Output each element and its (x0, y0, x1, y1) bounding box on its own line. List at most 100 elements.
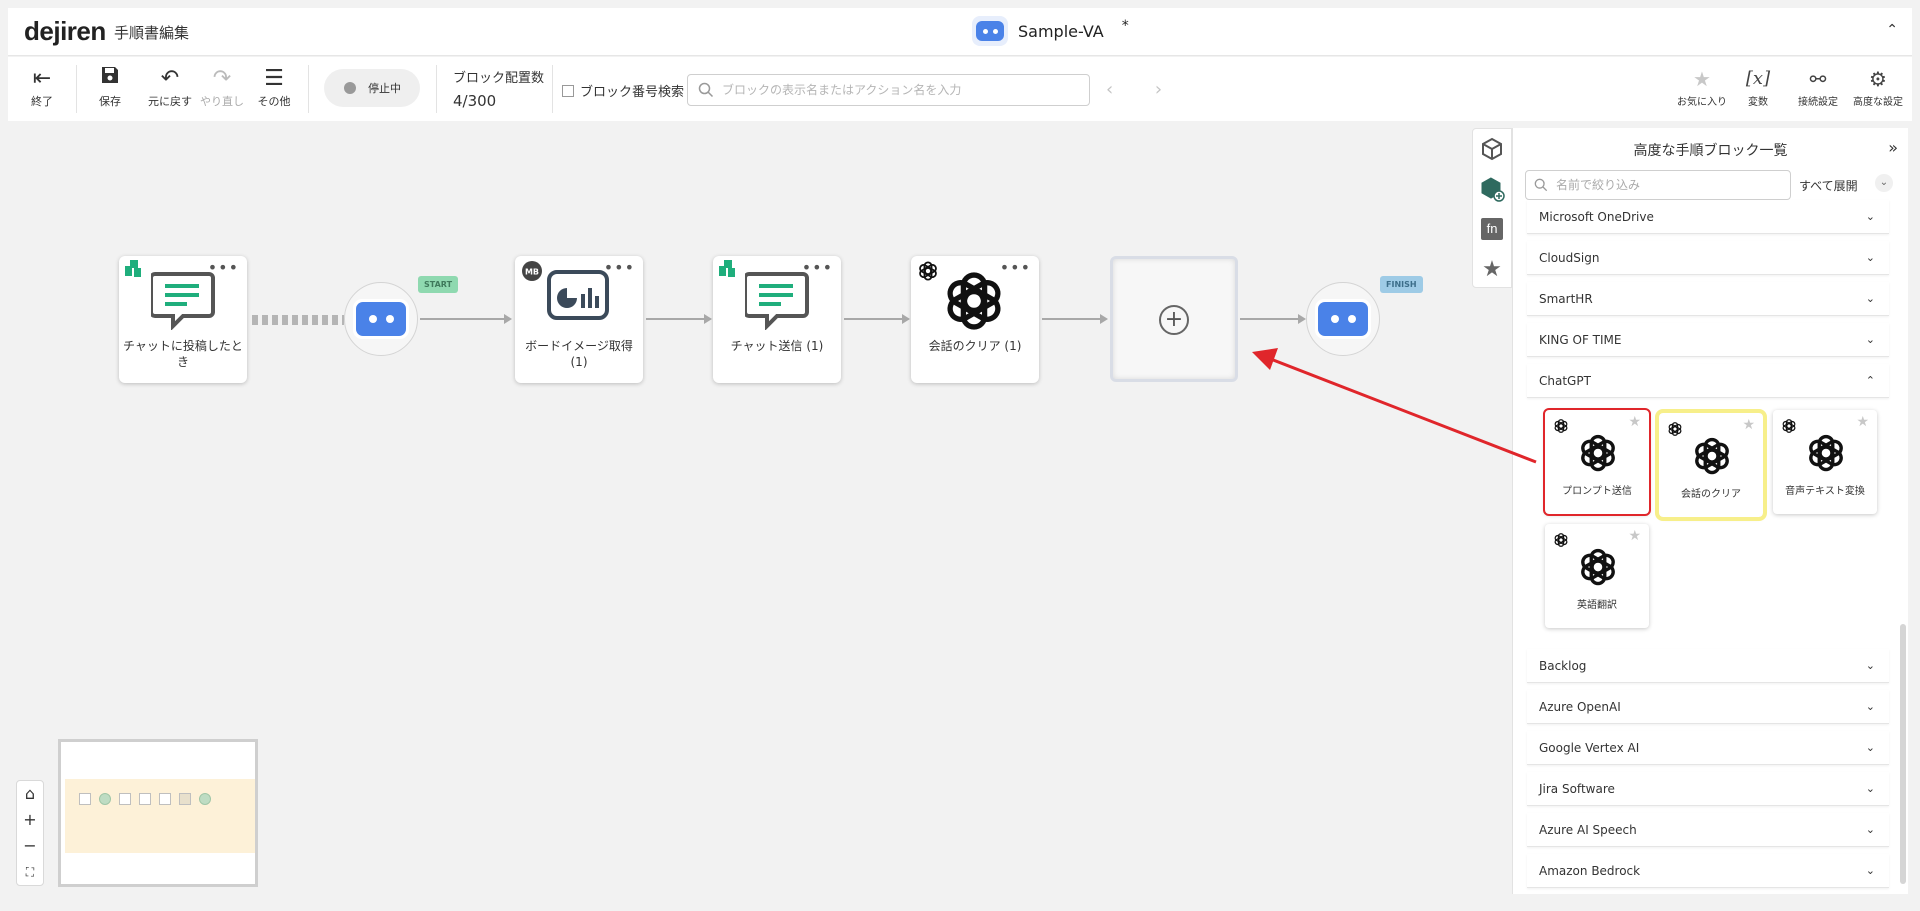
block-count: ブロック配置数 4/300 (453, 67, 544, 110)
undo-icon: ↶ (160, 66, 180, 91)
variables-button[interactable]: [x] 変数 (1728, 65, 1788, 108)
zoom-controls: ⌂ + − ⛶ (16, 780, 44, 886)
home-icon[interactable]: ⌂ (17, 781, 43, 807)
openai-icon (1553, 533, 1569, 547)
block-search-box[interactable] (687, 74, 1090, 106)
tab-advanced-blocks[interactable] (1473, 169, 1511, 209)
category-king-of-time[interactable]: KING OF TIME ⌄ (1527, 323, 1889, 357)
cube-icon (1482, 137, 1502, 161)
expand-all-button[interactable]: すべて展開 (1799, 177, 1858, 194)
status-dot (344, 82, 356, 94)
exit-icon: ⇤ (32, 66, 52, 91)
bot-icon (356, 302, 406, 336)
tab-favorites[interactable]: ★ (1473, 249, 1511, 289)
category-azure-ai-speech[interactable]: Azure AI Speech ⌄ (1527, 813, 1889, 847)
redo-icon: ↷ (212, 66, 232, 91)
gears-icon: ⚙ (1869, 67, 1887, 91)
fit-screen-icon[interactable]: ⛶ (17, 859, 43, 885)
category-microsoft-onedrive[interactable]: Microsoft OneDrive ⌄ (1527, 200, 1889, 234)
panel-scrollbar[interactable] (1900, 624, 1906, 884)
category-smarthr[interactable]: SmartHR ⌄ (1527, 282, 1889, 316)
minimap-block (139, 793, 151, 805)
panel-title: 高度な手順ブロック一覧 (1633, 143, 1788, 159)
zoom-in-icon[interactable]: + (17, 807, 43, 833)
openai-icon (1578, 434, 1618, 472)
advanced-settings-button[interactable]: ⚙ 高度な設定 (1848, 65, 1908, 108)
collapse-header-icon[interactable]: ⌃ (1886, 22, 1898, 38)
collapse-panel-icon[interactable]: » (1888, 138, 1898, 157)
category-chatgpt[interactable]: ChatGPT ⌃ (1527, 364, 1889, 398)
category-label: ChatGPT (1539, 373, 1591, 388)
exit-button[interactable]: ⇤ 終了 (12, 65, 72, 109)
flow-block-board-image[interactable]: MB ••• ボードイメージ取得 (1) (515, 256, 643, 383)
category-amazon-bedrock[interactable]: Amazon Bedrock ⌄ (1527, 854, 1889, 888)
project-name[interactable]: Sample-VA (1018, 22, 1104, 41)
block-count-value: 4/300 (453, 92, 497, 110)
chevron-down-icon: ⌄ (1865, 823, 1875, 836)
action-label: プロンプト送信 (1562, 486, 1632, 497)
chevron-down-icon: ⌄ (1865, 659, 1875, 672)
chevron-down-icon: ⌄ (1865, 700, 1875, 713)
chevron-up-icon: ⌃ (1865, 374, 1875, 387)
finish-tag: FINISH (1380, 276, 1423, 293)
connector-arrow (1042, 314, 1108, 324)
star-icon[interactable]: ★ (1628, 528, 1641, 544)
empty-block-slot[interactable]: + (1110, 256, 1238, 382)
star-icon[interactable]: ★ (1628, 414, 1641, 430)
action-speech-to-text[interactable]: ★ 音声テキスト変換 (1773, 410, 1877, 514)
connection-settings-label: 接続設定 (1798, 97, 1838, 108)
panel-filter-input[interactable] (1556, 178, 1776, 192)
block-number-checkbox[interactable] (562, 84, 574, 97)
redo-button[interactable]: ↷ やり直し (192, 65, 252, 109)
category-label: Google Vertex AI (1539, 740, 1640, 755)
block-label: チャットに投稿したとき (123, 339, 243, 369)
dejiren-logo: dejiren (24, 16, 106, 46)
star-icon[interactable]: ★ (1742, 417, 1755, 433)
minimap-block (79, 793, 91, 805)
favorites-label: お気に入り (1677, 97, 1727, 108)
variable-icon: [x] (1745, 68, 1771, 89)
flow-block-clear-conversation[interactable]: ••• 会話のクリア (1) (911, 256, 1039, 383)
panel-filter-box[interactable] (1525, 170, 1791, 200)
search-nav-arrows[interactable]: ‹ › (1106, 79, 1180, 100)
category-label: Amazon Bedrock (1539, 863, 1641, 878)
flow-block-chat-trigger[interactable]: ••• チャットに投稿したとき (119, 256, 247, 383)
more-button[interactable]: ☰ その他 (244, 65, 304, 109)
add-icon: + (1159, 305, 1189, 335)
action-clear-conversation[interactable]: ★ 会話のクリア (1655, 409, 1767, 521)
flow-block-chat-send[interactable]: ••• チャット送信 (1) (713, 256, 841, 383)
category-backlog[interactable]: Backlog ⌄ (1527, 649, 1889, 683)
zoom-out-icon[interactable]: − (17, 833, 43, 859)
minimap[interactable] (58, 739, 258, 887)
start-tag: START (418, 276, 459, 293)
favorites-button[interactable]: ★ お気に入り (1672, 65, 1732, 108)
tab-functions[interactable]: fn (1473, 209, 1511, 249)
category-jira-software[interactable]: Jira Software ⌄ (1527, 772, 1889, 806)
tab-basic-blocks[interactable] (1473, 129, 1511, 169)
connection-settings-button[interactable]: ⚯ 接続設定 (1788, 65, 1848, 108)
chat-bubble-icon (151, 272, 215, 328)
run-status-toggle[interactable]: 停止中 (324, 69, 420, 107)
star-icon[interactable]: ★ (1856, 414, 1869, 430)
block-number-search-toggle[interactable]: ブロック番号検索 (562, 81, 684, 100)
finish-node[interactable] (1306, 282, 1380, 356)
start-node[interactable] (344, 282, 418, 356)
category-cloudsign[interactable]: CloudSign ⌄ (1527, 241, 1889, 275)
action-label: 音声テキスト変換 (1785, 486, 1865, 497)
chevron-down-icon: ⌄ (1865, 251, 1875, 264)
chevron-down-icon[interactable]: ⌄ (1875, 174, 1893, 192)
action-english-translation[interactable]: ★ 英語翻訳 (1545, 524, 1649, 628)
openai-icon (1692, 437, 1732, 475)
star-icon: ★ (1482, 256, 1502, 282)
category-google-vertex-ai[interactable]: Google Vertex AI ⌄ (1527, 731, 1889, 765)
block-search-input[interactable] (722, 83, 1062, 97)
board-chart-icon (547, 270, 609, 320)
action-prompt-send[interactable]: ★ プロンプト送信 (1543, 408, 1651, 516)
openai-icon (1553, 419, 1569, 433)
undo-button[interactable]: ↶ 元に戻す (140, 65, 200, 109)
save-icon (80, 65, 140, 93)
openai-icon (917, 261, 939, 281)
category-azure-openai[interactable]: Azure OpenAI ⌄ (1527, 690, 1889, 724)
save-button[interactable]: 保存 (80, 65, 140, 109)
openai-icon (1806, 434, 1846, 472)
